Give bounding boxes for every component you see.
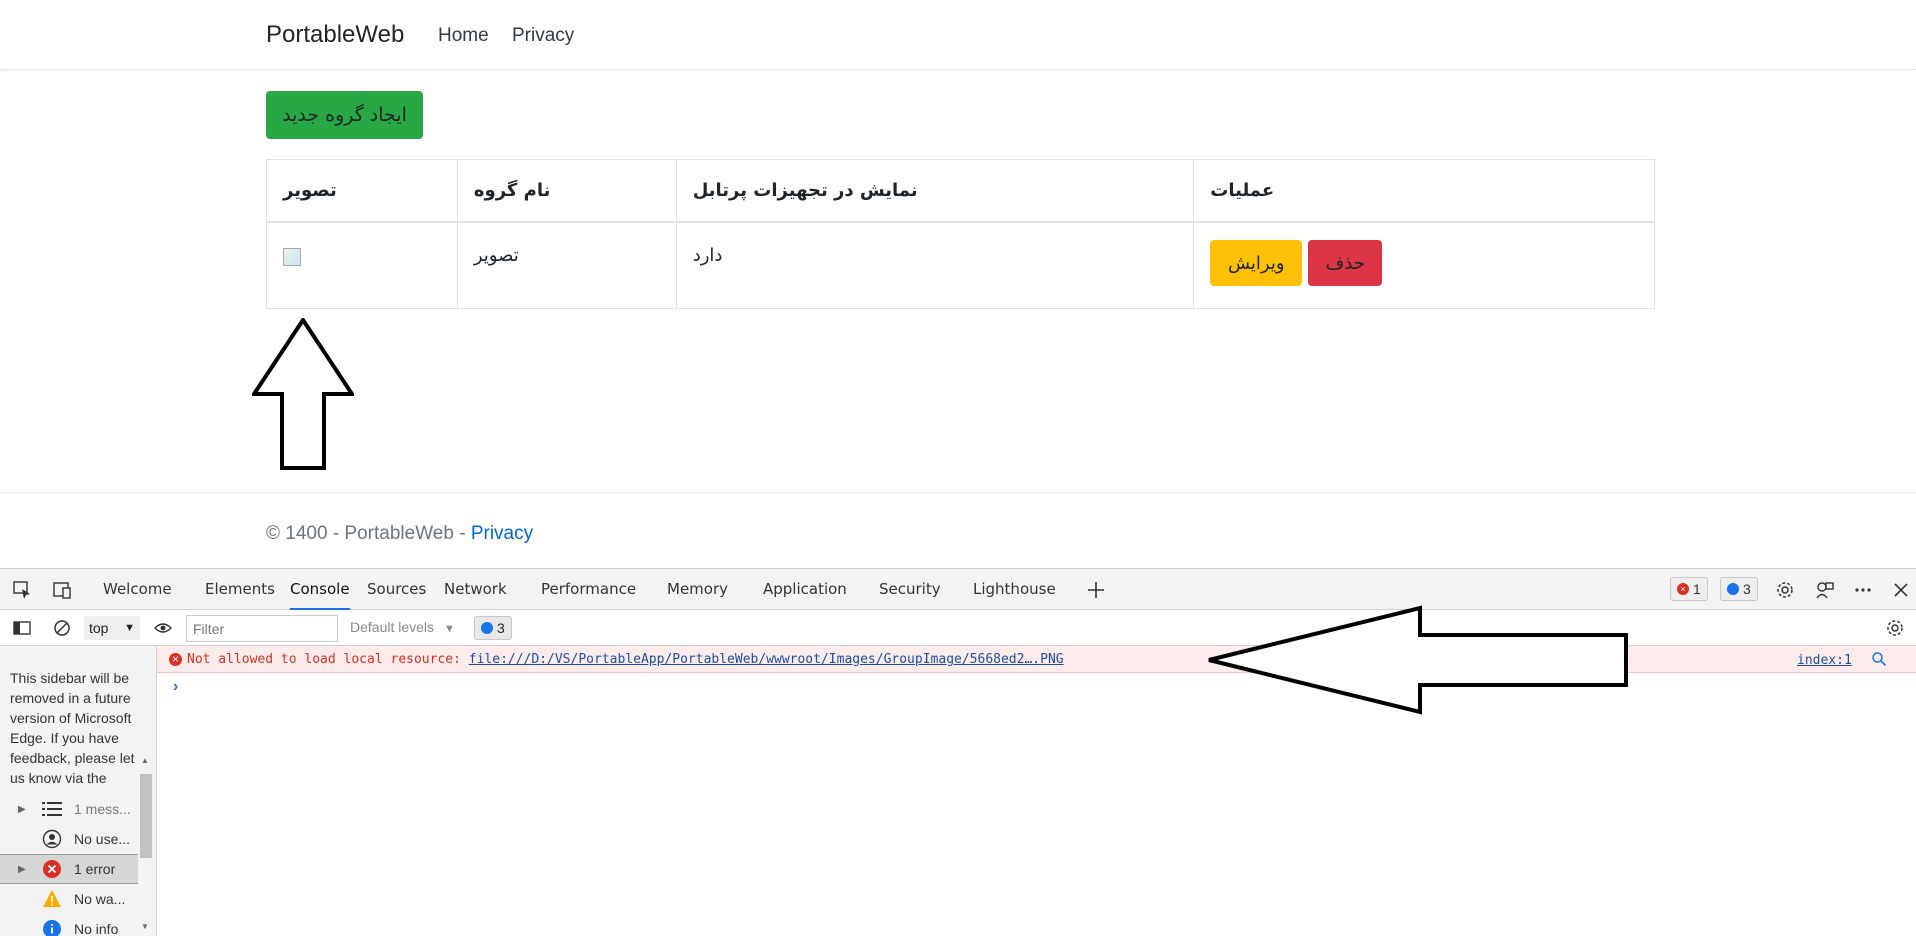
navbar: PortableWeb Home Privacy (0, 0, 1916, 70)
settings-gear-icon[interactable] (1774, 579, 1796, 601)
broken-image-icon (283, 248, 301, 266)
footer: © 1400 - PortableWeb - Privacy (0, 492, 1916, 568)
context-value: top (89, 620, 109, 636)
error-count-badge[interactable]: × 1 (1670, 577, 1708, 601)
toggle-sidebar-icon[interactable] (11, 617, 33, 639)
sidebar-item-user-messages[interactable]: No use... (0, 824, 140, 854)
issues-count: 3 (497, 620, 505, 636)
footer-text: © 1400 - PortableWeb - Privacy (266, 523, 533, 545)
feedback-icon[interactable] (1814, 579, 1836, 601)
user-icon (42, 829, 62, 849)
delete-button[interactable]: حذف (1308, 240, 1383, 286)
info-count: 3 (1743, 581, 1751, 597)
tab-welcome[interactable]: Welcome (103, 569, 172, 610)
footer-privacy-link[interactable]: Privacy (471, 523, 533, 544)
tab-network[interactable]: Network (444, 569, 507, 610)
console-prompt-chevron-icon[interactable]: › (173, 678, 178, 696)
table-row: تصویر دارد ویرایش حذف (266, 221, 1655, 309)
context-select[interactable]: top ▼ (84, 616, 140, 640)
header-image: تصویر (266, 159, 458, 223)
sidebar-item-label: No info (74, 921, 119, 936)
cell-operations: ویرایش حذف (1193, 221, 1655, 309)
table-header-row: تصویر نام گروه نمایش در تجهیزات پرتابل ع… (266, 159, 1655, 223)
header-group-name: نام گروه (456, 159, 677, 223)
tab-performance[interactable]: Performance (541, 569, 636, 610)
expand-triangle-icon: ▶ (18, 803, 26, 815)
devtools-tabbar: Welcome Elements Console Sources Network… (0, 569, 1916, 610)
error-text: Not allowed to load local resource: file… (187, 652, 1064, 667)
error-count: 1 (1693, 581, 1701, 597)
console-output: × Not allowed to load local resource: fi… (157, 646, 1916, 936)
more-options-icon[interactable] (1852, 579, 1874, 601)
edit-button[interactable]: ویرایش (1210, 240, 1303, 286)
nav-home-link[interactable]: Home (438, 25, 489, 47)
brand-link[interactable]: PortableWeb (266, 21, 404, 49)
clear-console-icon[interactable] (51, 617, 73, 639)
cell-image (266, 221, 458, 309)
sidebar-deprecation-note: This sidebar will be removed in a future… (10, 670, 135, 786)
groups-table: تصویر نام گروه نمایش در تجهیزات پرتابل ع… (266, 159, 1655, 309)
tab-memory[interactable]: Memory (667, 569, 728, 610)
error-source-link[interactable]: index:1 (1797, 653, 1852, 668)
expand-triangle-icon: ▶ (18, 863, 26, 875)
sidebar-scrollbar[interactable]: ▲ ▼ (138, 756, 154, 936)
cell-show-on-portable: دارد (675, 221, 1195, 309)
scrollbar-thumb[interactable] (140, 774, 152, 858)
sidebar-item-info[interactable]: No info (0, 914, 140, 936)
tab-console[interactable]: Console (290, 569, 350, 610)
create-group-button[interactable]: ایجاد گروه جدید (266, 91, 423, 139)
console-error-message: × Not allowed to load local resource: fi… (157, 646, 1916, 673)
copyright-text: © 1400 - PortableWeb - (266, 523, 471, 544)
close-devtools-icon[interactable] (1890, 579, 1912, 601)
annotation-arrow-left (1208, 605, 1628, 715)
filter-input[interactable] (186, 615, 338, 642)
message-icon (1727, 583, 1739, 595)
log-levels-label: Default levels (350, 619, 435, 635)
error-resource-link[interactable]: file:///D:/VS/PortableApp/PortableWeb/ww… (469, 652, 1064, 667)
tab-application[interactable]: Application (763, 569, 847, 610)
error-icon: × (169, 653, 182, 666)
device-emulation-icon[interactable] (51, 579, 73, 601)
log-levels-dropdown[interactable]: Default levels ▼ (350, 619, 455, 635)
tab-elements[interactable]: Elements (205, 569, 275, 610)
tab-security[interactable]: Security (879, 569, 941, 610)
add-tab-icon[interactable] (1085, 579, 1107, 601)
annotation-arrow-up (252, 318, 354, 470)
sidebar-item-label: 1 mess... (74, 801, 131, 817)
console-settings-gear-icon[interactable] (1884, 617, 1906, 639)
chevron-down-icon: ▼ (443, 623, 455, 635)
sidebar-item-label: 1 error (74, 861, 116, 877)
sidebar-item-errors[interactable]: ▶ 1 error (0, 854, 140, 884)
header-operations: عملیات (1193, 159, 1655, 223)
nav-privacy-link[interactable]: Privacy (512, 25, 574, 47)
tab-lighthouse[interactable]: Lighthouse (973, 569, 1056, 610)
info-icon (42, 919, 62, 936)
header-show-on-portable: نمایش در تجهیزات پرتابل (675, 159, 1195, 223)
inspect-element-icon[interactable] (11, 579, 33, 601)
sidebar-item-label: No use... (74, 831, 131, 847)
issues-badge[interactable]: 3 (474, 616, 512, 640)
error-icon (42, 859, 62, 879)
tab-sources[interactable]: Sources (367, 569, 426, 610)
web-page: PortableWeb Home Privacy ایجاد گروه جدید… (0, 0, 1916, 568)
sidebar-item-warnings[interactable]: No wa... (0, 884, 140, 914)
search-icon[interactable] (1871, 651, 1887, 671)
error-icon: × (1677, 583, 1689, 595)
list-icon (42, 799, 62, 819)
scroll-down-icon[interactable]: ▼ (141, 922, 149, 931)
live-expression-eye-icon[interactable] (152, 617, 174, 639)
chevron-down-icon: ▼ (124, 622, 135, 634)
scroll-up-icon[interactable]: ▲ (141, 756, 149, 765)
info-count-badge[interactable]: 3 (1720, 577, 1758, 601)
operations-group: ویرایش حذف (1210, 240, 1638, 286)
message-icon (481, 622, 493, 634)
sidebar-item-label: No wa... (74, 891, 126, 907)
warning-icon (42, 889, 62, 909)
cell-group-name: تصویر (456, 221, 677, 309)
console-sidebar: This sidebar will be removed in a future… (0, 646, 157, 936)
sidebar-item-messages[interactable]: ▶ 1 mess... (0, 794, 140, 824)
error-message-prefix: Not allowed to load local resource: (187, 652, 469, 667)
